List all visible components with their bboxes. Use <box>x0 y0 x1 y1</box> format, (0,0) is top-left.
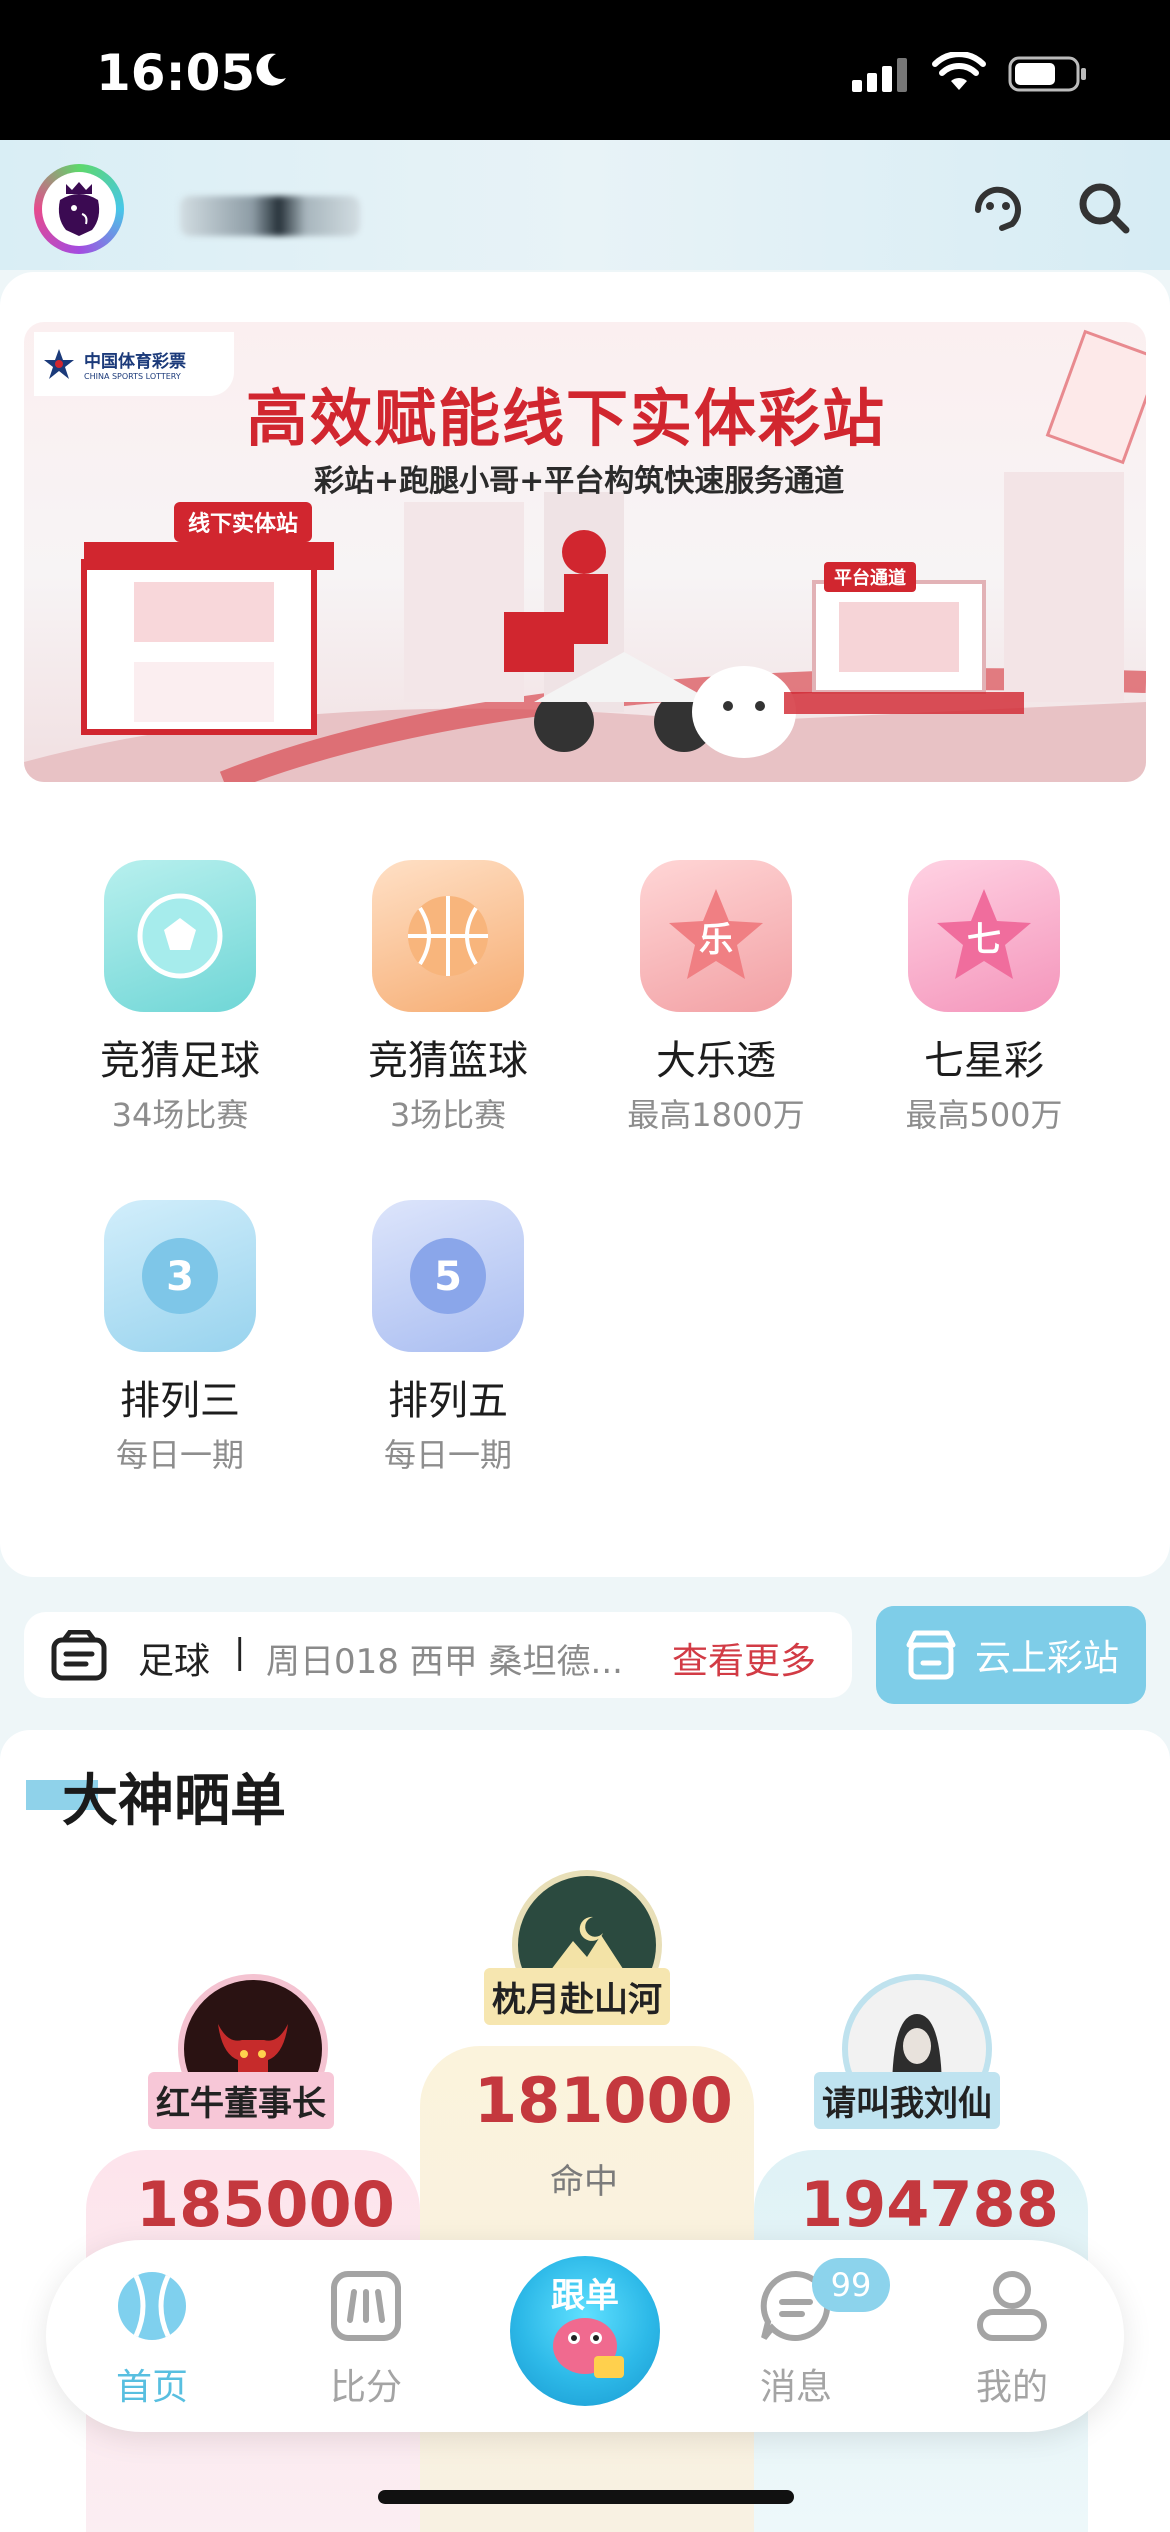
star-qi-icon: 七 <box>908 860 1060 1012</box>
home-ball-icon <box>118 2272 186 2340</box>
ticker-category: 足球 <box>138 1641 211 1682</box>
document-icon <box>51 1630 107 1681</box>
svg-text:3: 3 <box>166 1254 194 1300</box>
cellular-signal-icon <box>852 58 907 92</box>
master-name: 红牛董事长 <box>148 2072 334 2129</box>
status-bar: 16:05 <box>0 0 1170 140</box>
pl5-ball-icon: 5 <box>372 1200 524 1352</box>
tab-label: 首页 <box>115 2367 188 2408</box>
lottery-name: 竞猜篮球 <box>368 1038 528 1084</box>
lottery-sub: 34场比赛 <box>111 1096 249 1134</box>
tab-mine[interactable]: 我的 <box>942 2266 1082 2410</box>
master-score: 181000 <box>474 2064 733 2137</box>
promo-banner[interactable]: 中国体育彩票 CHINA SPORTS LOTTERY 高效赋能线下实体彩站 彩… <box>24 322 1146 782</box>
lottery-qxc[interactable]: 七 七星彩 最高500万 <box>850 860 1118 1136</box>
lottery-sub: 每日一期 <box>115 1436 244 1474</box>
tab-messages[interactable]: 99 消息 <box>726 2258 890 2410</box>
kiosk-label: 线下实体站 <box>174 502 313 542</box>
search-icon[interactable] <box>1072 176 1136 240</box>
lottery-sub: 每日一期 <box>383 1436 512 1474</box>
lottery-pl3[interactable]: 3 排列三 每日一期 <box>46 1200 314 1476</box>
main-card: 中国体育彩票 CHINA SPORTS LOTTERY 高效赋能线下实体彩站 彩… <box>0 272 1170 1577</box>
status-time: 16:05 <box>96 44 256 102</box>
lottery-sub: 3场比赛 <box>389 1096 507 1134</box>
follow-bet-label: 跟单 <box>551 2276 619 2316</box>
platform-label: 平台通道 <box>824 562 916 592</box>
bottom-tab-bar: 首页 比分 跟单 99 消息 我的 <box>46 2240 1124 2432</box>
cloud-station-button[interactable]: 云上彩站 <box>876 1606 1146 1704</box>
customer-service-icon[interactable] <box>966 176 1030 240</box>
follow-bet-button[interactable]: 跟单 <box>510 2256 660 2406</box>
logo-cn-text: 中国体育彩票 <box>84 352 186 372</box>
basketball-icon <box>372 860 524 1012</box>
view-more-link[interactable]: 查看更多 <box>672 1632 816 1684</box>
banner-title: 高效赋能线下实体彩站 <box>246 382 887 455</box>
unread-badge: 99 <box>812 2258 890 2312</box>
user-profile-icon <box>977 2271 1047 2341</box>
svg-text:乐: 乐 <box>699 920 733 960</box>
logo-en-text: CHINA SPORTS LOTTERY <box>84 372 181 381</box>
user-avatar[interactable] <box>34 164 124 254</box>
moon-icon <box>256 53 286 86</box>
lottery-jczq[interactable]: 竞猜足球 34场比赛 <box>46 860 314 1136</box>
master-name: 枕月赴山河 <box>484 1968 670 2025</box>
home-indicator <box>378 2490 794 2504</box>
lottery-name: 七星彩 <box>924 1038 1044 1084</box>
section-title: 大神晒单 <box>62 1769 286 1834</box>
tab-score[interactable]: 比分 <box>296 2266 436 2410</box>
tab-label: 比分 <box>329 2367 402 2408</box>
lottery-name: 排列五 <box>388 1378 508 1424</box>
master-score: 185000 <box>136 2168 395 2241</box>
lottery-name: 竞猜足球 <box>100 1038 260 1084</box>
ticker-separator: | <box>234 1632 246 1672</box>
star-le-icon: 乐 <box>640 860 792 1012</box>
store-icon <box>906 1630 956 1680</box>
lottery-dlt[interactable]: 乐 大乐透 最高1800万 <box>582 860 850 1136</box>
hit-label: 命中 <box>550 2162 618 2202</box>
tab-home[interactable]: 首页 <box>82 2266 222 2410</box>
wifi-icon <box>932 52 986 90</box>
lottery-sub: 最高1800万 <box>627 1096 805 1134</box>
lottery-name: 排列三 <box>120 1378 240 1424</box>
tab-label: 消息 <box>759 2367 832 2408</box>
china-sports-lottery-logo: 中国体育彩票 CHINA SPORTS LOTTERY <box>34 332 234 396</box>
master-score: 194788 <box>800 2168 1059 2241</box>
app-header <box>0 140 1170 270</box>
username-redacted <box>180 196 360 236</box>
soccer-ball-icon <box>104 860 256 1012</box>
lottery-star-icon <box>44 349 74 379</box>
battery-icon <box>1008 56 1086 92</box>
score-board-icon <box>331 2271 401 2341</box>
news-ticker[interactable]: 足球 | 周日018 西甲 桑坦德... 查看更多 <box>24 1612 852 1698</box>
lottery-pl5[interactable]: 5 排列五 每日一期 <box>314 1200 582 1476</box>
ticker-text: 周日018 西甲 桑坦德... <box>266 1642 623 1682</box>
lion-logo-icon <box>58 182 100 236</box>
tab-label: 我的 <box>975 2367 1048 2408</box>
cloud-station-label: 云上彩站 <box>974 1638 1119 1679</box>
banner-subtitle: 彩站+跑腿小哥+平台构筑快速服务通道 <box>314 464 845 499</box>
pl3-ball-icon: 3 <box>104 1200 256 1352</box>
lottery-name: 大乐透 <box>656 1038 776 1084</box>
master-name: 请叫我刘仙 <box>814 2072 1000 2129</box>
svg-text:5: 5 <box>434 1254 462 1300</box>
lottery-sub: 最高500万 <box>905 1096 1063 1134</box>
lottery-jclq[interactable]: 竞猜篮球 3场比赛 <box>314 860 582 1136</box>
svg-text:七: 七 <box>967 920 1001 960</box>
